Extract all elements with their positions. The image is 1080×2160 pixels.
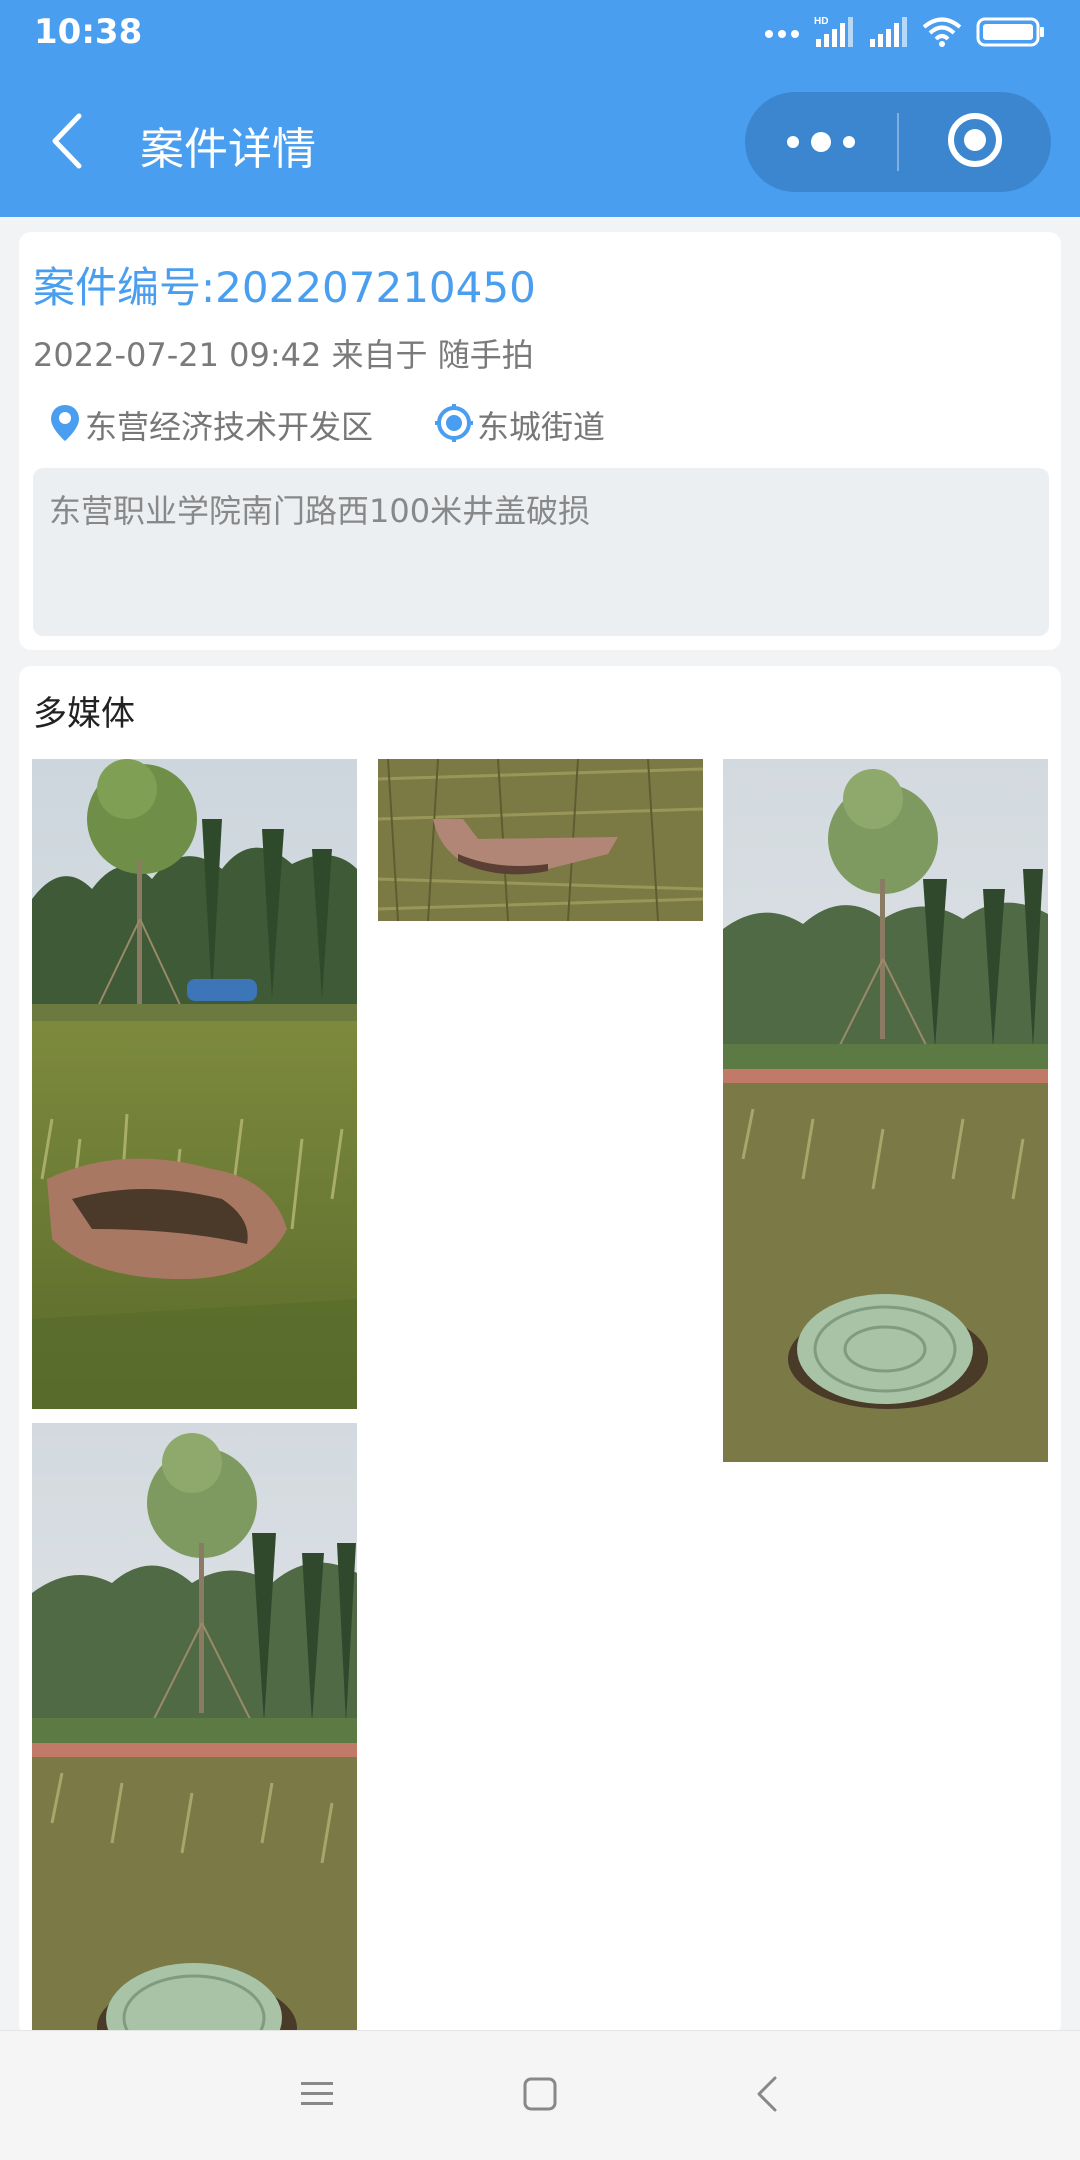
system-navigation-bar xyxy=(0,2030,1080,2160)
home-square-icon xyxy=(523,2077,557,2115)
photo-new-manhole-1[interactable] xyxy=(723,759,1048,1462)
district-item: 东营经济技术开发区 xyxy=(49,402,373,448)
location-row: 东营经济技术开发区 东城街道 xyxy=(49,400,667,450)
photo-new-manhole-2[interactable] xyxy=(32,1423,357,2036)
home-button[interactable] xyxy=(510,2066,570,2126)
case-info-card: 案件编号:202207210450 2022-07-21 09:42 来自于 随… xyxy=(19,232,1061,650)
chevron-left-icon xyxy=(49,112,85,174)
media-card: 多媒体 xyxy=(19,666,1061,2036)
menu-icon xyxy=(299,2079,335,2113)
wifi-icon xyxy=(922,16,962,52)
street-item: 东城街道 xyxy=(435,402,605,448)
more-button[interactable] xyxy=(745,92,897,192)
battery-icon xyxy=(976,15,1046,53)
back-button[interactable] xyxy=(42,108,92,178)
photo-broken-manhole-wide[interactable] xyxy=(32,759,357,1409)
location-target-icon xyxy=(435,404,474,446)
menu-button[interactable] xyxy=(287,2066,347,2126)
photo-broken-manhole-closeup[interactable] xyxy=(378,759,703,921)
page-title: 案件详情 xyxy=(140,124,316,175)
district-label: 东营经济技术开发区 xyxy=(85,408,374,446)
top-bar: 10:38 HD 案件详情 xyxy=(0,0,1080,217)
signal-icon xyxy=(868,15,908,53)
back-triangle-icon xyxy=(755,2075,779,2117)
close-button[interactable] xyxy=(899,92,1051,192)
street-label: 东城街道 xyxy=(477,408,606,446)
dots-icon xyxy=(764,25,800,44)
svg-text:HD: HD xyxy=(814,16,828,27)
case-description: 东营职业学院南门路西100米井盖破损 xyxy=(33,468,1049,636)
case-number: 案件编号:202207210450 xyxy=(33,263,536,312)
status-time: 10:38 xyxy=(34,12,143,52)
more-dots-icon xyxy=(787,136,799,148)
media-title: 多媒体 xyxy=(33,694,135,734)
case-meta: 2022-07-21 09:42 来自于 随手拍 xyxy=(33,336,534,374)
hd-signal-icon: HD xyxy=(814,15,854,53)
mini-program-capsule xyxy=(745,92,1051,192)
system-back-button[interactable] xyxy=(737,2066,797,2126)
status-icons: HD xyxy=(764,14,1046,54)
more-dots-icon-right xyxy=(843,136,855,148)
more-dots-icon-center xyxy=(811,132,831,152)
map-pin-icon xyxy=(49,403,81,447)
target-close-icon xyxy=(946,111,1004,173)
